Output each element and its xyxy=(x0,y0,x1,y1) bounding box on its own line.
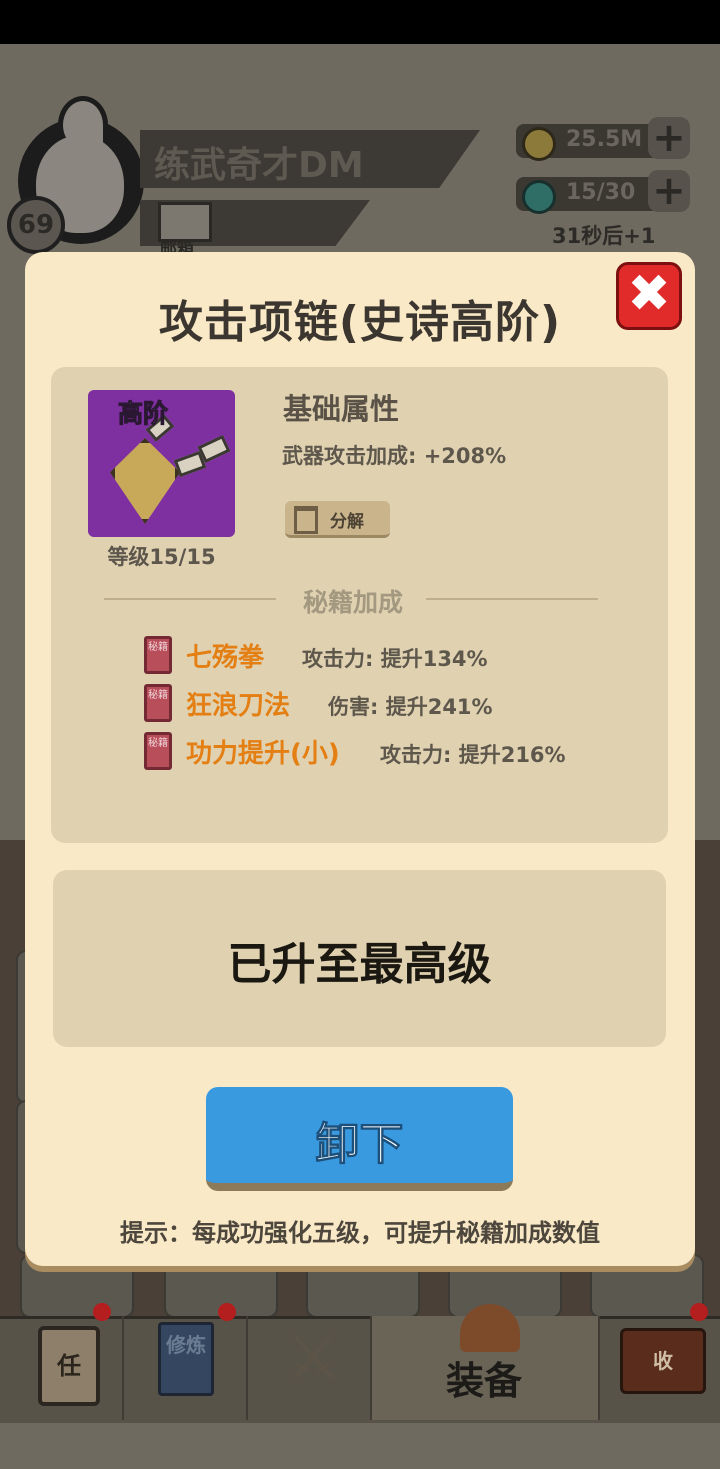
player-level-badge: 69 xyxy=(7,196,65,254)
skill-name: 狂浪刀法 xyxy=(186,691,291,721)
coin-icon xyxy=(522,127,556,161)
task-scroll-icon: 任 xyxy=(38,1326,100,1406)
weapon-attack-stat: 武器攻击加成: +208% xyxy=(282,444,507,468)
close-button[interactable]: ✖ xyxy=(616,262,682,330)
skill-effect: 伤害: 提升241% xyxy=(328,695,493,719)
nav-equip-label: 装备 xyxy=(446,1359,523,1403)
collect-shop-icon: 收 xyxy=(620,1328,706,1394)
secret-bonus-heading: 秘籍加成 xyxy=(302,588,403,617)
status-bar xyxy=(0,0,720,44)
decompose-label: 分解 xyxy=(330,512,364,532)
unequip-button-label: 卸下 xyxy=(315,1119,404,1171)
notification-dot xyxy=(218,1303,236,1321)
skill-effect: 攻击力: 提升216% xyxy=(380,743,566,767)
energy-icon xyxy=(522,180,556,214)
skill-effect: 攻击力: 提升134% xyxy=(302,647,488,671)
enhance-tip: 提示：每成功强化五级，可提升秘籍加成数值 xyxy=(120,1219,600,1247)
divider-right xyxy=(426,598,598,600)
secret-book-icon: 秘籍 xyxy=(144,732,172,770)
item-level-label: 等级15/15 xyxy=(107,545,216,569)
notification-dot xyxy=(690,1303,708,1321)
trash-icon xyxy=(294,506,318,534)
skill-name: 功力提升(小) xyxy=(186,739,340,769)
max-level-text: 已升至最高级 xyxy=(227,939,492,990)
secret-book-icon: 秘籍 xyxy=(144,684,172,722)
divider-left xyxy=(104,598,276,600)
notification-dot xyxy=(93,1303,111,1321)
base-attributes-heading: 基础属性 xyxy=(283,392,400,426)
player-name: 练武奇才DM xyxy=(154,145,364,186)
coin-value: 25.5M xyxy=(566,127,643,152)
secret-book-icon: 秘籍 xyxy=(144,636,172,674)
item-tier-label: 高阶 xyxy=(117,399,169,429)
skill-name: 七殇拳 xyxy=(186,643,265,673)
energy-value: 15/30 xyxy=(566,180,636,205)
cultivate-book-icon: 修炼 xyxy=(158,1322,214,1396)
dialog-title: 攻击项链(史诗高阶) xyxy=(158,297,562,348)
add-energy-button[interactable]: + xyxy=(648,170,690,212)
energy-timer: 31秒后+1 xyxy=(552,224,656,248)
add-coins-button[interactable]: + xyxy=(648,117,690,159)
crossed-swords-icon: ⚔ xyxy=(285,1320,341,1393)
